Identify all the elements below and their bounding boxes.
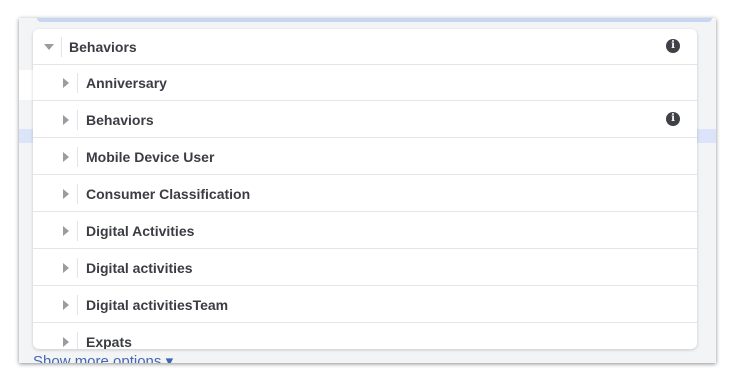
chevron-down-icon[interactable] (44, 44, 54, 50)
list-item-label: Behaviors (86, 112, 154, 128)
row-divider (77, 184, 78, 204)
background-field (19, 70, 33, 100)
row-divider (77, 332, 78, 349)
chevron-right-icon[interactable] (63, 226, 69, 236)
row-divider (77, 221, 78, 241)
chevron-right-icon[interactable] (63, 189, 69, 199)
chevron-right-icon[interactable] (63, 115, 69, 125)
list-item-label: Digital Activities (86, 223, 195, 239)
list-item-label: Anniversary (86, 75, 167, 91)
info-icon[interactable]: i (666, 39, 680, 53)
row-divider (77, 110, 78, 130)
list-item-consumer-classification[interactable]: Consumer Classification (33, 176, 697, 212)
list-item-behaviors[interactable]: Behaviors i (33, 102, 697, 138)
list-item-digital-activities-lower[interactable]: Digital activities (33, 250, 697, 286)
row-divider (77, 258, 78, 278)
screenshot-frame: Behaviors i Anniversary Behaviors i Mobi… (19, 18, 716, 363)
chevron-right-icon[interactable] (63, 78, 69, 88)
row-divider (77, 295, 78, 315)
dropdown-panel: Behaviors i Anniversary Behaviors i Mobi… (33, 29, 697, 349)
chevron-right-icon[interactable] (63, 263, 69, 273)
list-item-digital-activities-team[interactable]: Digital activitiesTeam (33, 287, 697, 323)
list-item-label: Expats (86, 334, 132, 349)
list-item-label: Consumer Classification (86, 186, 251, 202)
category-header-behaviors[interactable]: Behaviors i (33, 29, 697, 65)
chevron-right-icon[interactable] (63, 300, 69, 310)
show-more-options-link[interactable]: Show more options ▾ (33, 352, 173, 363)
row-divider (61, 37, 62, 57)
info-icon[interactable]: i (666, 112, 680, 126)
list-item-label: Digital activitiesTeam (86, 297, 229, 313)
row-divider (77, 73, 78, 93)
background-input-edge (37, 18, 712, 22)
list-item-digital-activities[interactable]: Digital Activities (33, 213, 697, 249)
list-item-label: Mobile Device User (86, 149, 215, 165)
chevron-right-icon[interactable] (63, 337, 69, 347)
list-item-mobile-device-user[interactable]: Mobile Device User (33, 139, 697, 175)
list-item-anniversary[interactable]: Anniversary (33, 65, 697, 101)
chevron-right-icon[interactable] (63, 152, 69, 162)
category-header-label: Behaviors (69, 39, 137, 55)
row-divider (77, 147, 78, 167)
list-item-expats[interactable]: Expats (33, 324, 697, 349)
list-item-label: Digital activities (86, 260, 193, 276)
